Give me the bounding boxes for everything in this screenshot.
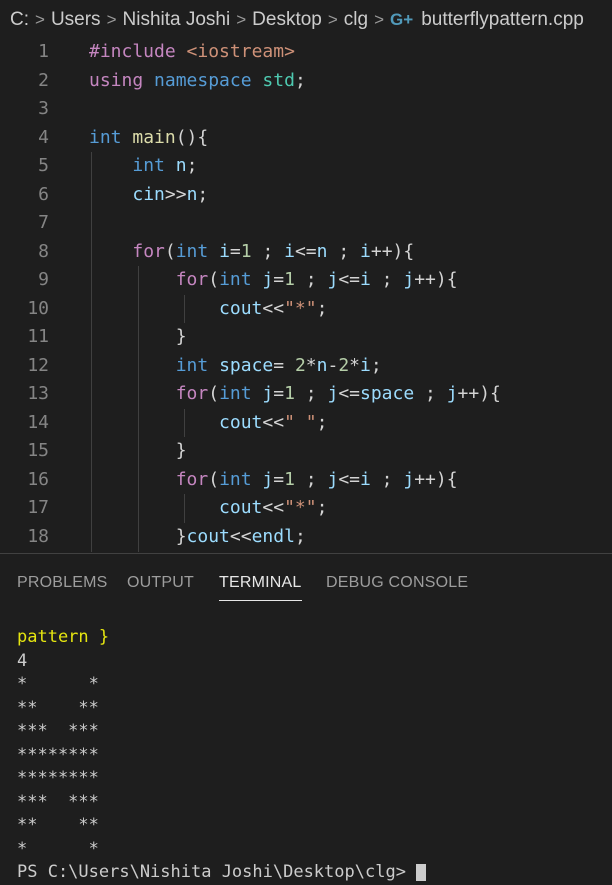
tab-output[interactable]: OUTPUT	[127, 566, 194, 600]
line-number: 4	[38, 126, 49, 148]
breadcrumb-item[interactable]: Desktop	[252, 9, 322, 31]
chevron-right-icon: >	[327, 10, 338, 29]
line-number: 5	[38, 155, 49, 176]
code-text: int space= 2*n-2*i;	[175, 354, 382, 376]
breadcrumb-file[interactable]: butterflypattern.cpp	[421, 9, 584, 31]
line-number: 12	[27, 354, 49, 376]
terminal-line: *** ***	[17, 721, 99, 741]
code-text: cout<<" ";	[219, 411, 328, 433]
code-line[interactable]: 2 using namespace std;	[0, 67, 612, 96]
terminal-line: pattern }	[17, 627, 110, 647]
breadcrumb-item[interactable]: C:	[10, 9, 29, 31]
tab-problems[interactable]: PROBLEMS	[17, 566, 108, 600]
line-number: 16	[27, 468, 49, 490]
terminal-line: *** ***	[17, 791, 99, 812]
code-text: cin>>n;	[132, 183, 209, 205]
cpp-file-icon: G+	[390, 10, 414, 29]
indent-guide	[138, 266, 139, 552]
line-number: 9	[38, 269, 49, 290]
breadcrumb-item[interactable]: Nishita Joshi	[123, 9, 231, 31]
terminal-line: ********	[17, 768, 99, 788]
indent-guide	[91, 152, 92, 552]
code-text: for(int j=1 ; j<=space ; j++){	[175, 383, 501, 404]
code-text: int main(){	[89, 126, 209, 148]
terminal-output[interactable]: pattern } 4 * * ** ** *** *** ******** *******…	[17, 626, 427, 885]
code-text: for(int i=1 ; i<=n ; i++){	[132, 240, 415, 262]
code-line[interactable]: 3	[0, 95, 612, 124]
code-text: int n;	[132, 155, 198, 176]
code-text: cout<<"*";	[219, 297, 328, 319]
code-text: for(int j=1 ; j<=i ; j++){	[175, 468, 458, 490]
chevron-right-icon: >	[106, 10, 117, 29]
code-text: cout<<"*";	[219, 497, 328, 518]
line-number: 14	[27, 411, 49, 433]
terminal-line: * *	[17, 674, 99, 694]
terminal-cursor	[416, 863, 427, 881]
breadcrumb-item[interactable]: Users	[51, 9, 101, 31]
code-line[interactable]: 4 int main(){	[0, 124, 612, 153]
tab-debug-console[interactable]: DEBUG CONSOLE	[326, 566, 468, 600]
line-number: 15	[27, 440, 49, 461]
chevron-right-icon: >	[374, 10, 385, 29]
code-text: using namespace std;	[89, 69, 306, 91]
indent-guide	[184, 494, 185, 523]
terminal-prompt[interactable]: PS C:\Users\Nishita Joshi\Desktop\clg>	[17, 861, 427, 885]
indent-guide	[184, 408, 185, 437]
code-text: for(int j=1 ; j<=i ; j++){	[175, 269, 458, 290]
line-number: 1	[38, 41, 49, 62]
terminal-line: ** **	[17, 697, 99, 718]
breadcrumb-item[interactable]: clg	[344, 9, 368, 31]
tab-terminal[interactable]: TERMINAL	[219, 566, 302, 601]
line-number: 11	[27, 326, 49, 347]
breadcrumb: C: > Users > Nishita Joshi > Desktop > clg > G+ but…	[0, 0, 612, 40]
code-editor[interactable]: 1 #include <iostream> 2 using namespace std…	[0, 38, 612, 552]
line-number: 13	[27, 383, 49, 404]
panel-tabs: PROBLEMS OUTPUT TERMINAL DEBUG CONSOLE	[0, 566, 612, 602]
chevron-right-icon: >	[35, 10, 45, 29]
line-number: 18	[27, 525, 49, 547]
chevron-right-icon: >	[236, 10, 247, 29]
code-text: #include <iostream>	[89, 41, 295, 62]
line-number: 17	[27, 497, 49, 518]
line-number: 2	[38, 69, 49, 91]
panel-divider[interactable]	[0, 553, 612, 554]
line-number: 6	[38, 183, 49, 205]
terminal-line: * *	[17, 838, 99, 859]
indent-guide	[184, 294, 185, 323]
terminal-line: ** **	[17, 815, 99, 835]
code-line[interactable]: 1 #include <iostream>	[0, 38, 612, 67]
line-number: 8	[38, 240, 49, 262]
code-text: }cout<<endl;	[175, 525, 306, 547]
terminal-line: 4	[17, 650, 28, 671]
terminal-line: ********	[17, 744, 99, 765]
line-number: 7	[38, 212, 49, 233]
line-number: 3	[38, 98, 49, 119]
line-number: 10	[27, 297, 49, 319]
